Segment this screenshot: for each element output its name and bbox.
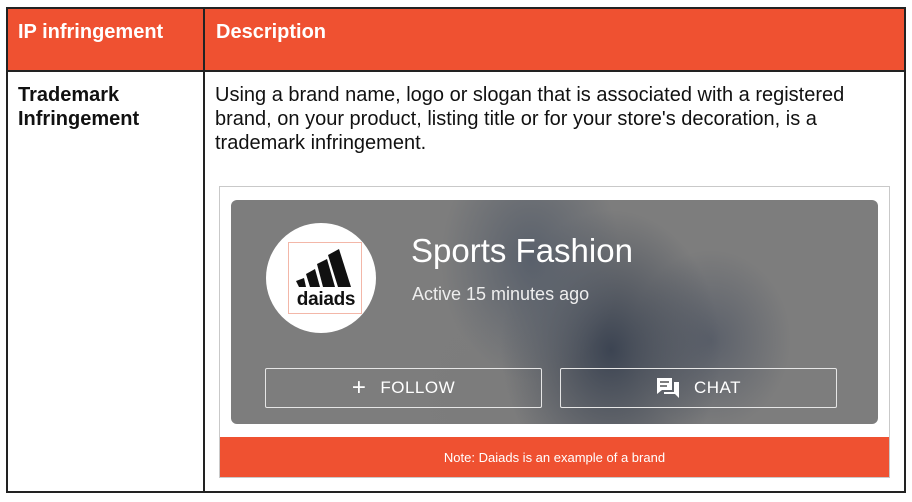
store-avatar: daiads: [266, 223, 376, 333]
brand-logo: daiads: [288, 242, 362, 314]
example-note: Note: Daiads is an example of a brand: [220, 437, 889, 477]
brand-logo-text: daiads: [296, 289, 356, 310]
chat-button[interactable]: CHAT: [560, 368, 837, 408]
store-profile-card: daiads Sports Fashion Active 15 minutes …: [231, 200, 878, 424]
three-stripes-logo-icon: [296, 249, 351, 287]
follow-button[interactable]: + FOLLOW: [265, 368, 542, 408]
infringement-description: Using a brand name, logo or slogan that …: [215, 84, 845, 154]
store-name: Sports Fashion: [411, 232, 633, 269]
chat-label: CHAT: [693, 378, 741, 397]
follow-label: FOLLOW: [380, 378, 456, 397]
column-divider: [203, 9, 205, 491]
table-header-row: IP infringement Description: [8, 9, 904, 72]
plus-icon: +: [351, 374, 367, 401]
infringement-type: Trademark Infringement: [18, 84, 140, 130]
header-ip-infringement: IP infringement: [18, 21, 164, 43]
ip-infringement-table: IP infringement Description Trademark In…: [6, 7, 906, 493]
example-screenshot: daiads Sports Fashion Active 15 minutes …: [219, 186, 890, 478]
chat-bubble-icon: [656, 378, 679, 398]
store-active-status: Active 15 minutes ago: [412, 284, 590, 304]
header-description: Description: [216, 21, 327, 43]
